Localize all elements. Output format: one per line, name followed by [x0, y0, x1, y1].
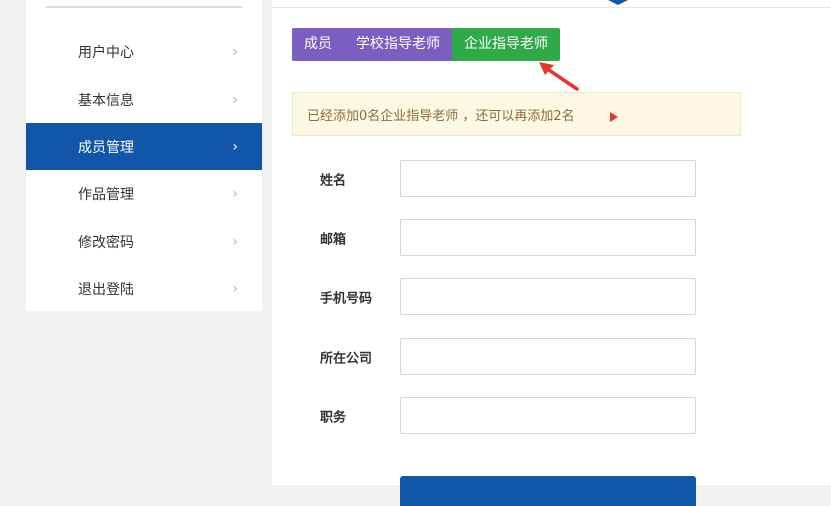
sidebar-item-user-center[interactable]: 用户中心 › [26, 28, 262, 75]
sidebar-item-logout[interactable]: 退出登陆 › [26, 265, 262, 312]
tab-enterprise-advisor[interactable]: 企业指导老师 [452, 28, 560, 61]
annotation-arrow-icon [539, 62, 579, 91]
chevron-right-icon: › [232, 138, 238, 155]
position-label: 职务 [320, 410, 347, 425]
chevron-right-icon: › [232, 280, 238, 297]
sidebar-divider [46, 6, 242, 8]
sidebar-item-member-management[interactable]: 成员管理 › [26, 123, 262, 170]
sidebar: 用户中心 › 基本信息 › 成员管理 › 作品管理 › 修改密码 › 退出登陆 … [26, 0, 262, 311]
member-type-tabs: 成员 学校指导老师 企业指导老师 [292, 28, 560, 61]
name-input[interactable] [400, 160, 696, 197]
sidebar-item-label: 用户中心 [78, 44, 134, 61]
company-label: 所在公司 [320, 351, 373, 366]
phone-label: 手机号码 [320, 291, 373, 306]
name-label: 姓名 [320, 173, 347, 188]
chevron-right-icon: › [232, 91, 238, 108]
email-label: 邮箱 [320, 232, 347, 247]
sidebar-item-change-password[interactable]: 修改密码 › [26, 218, 262, 265]
form-row-company: 所在公司 [272, 338, 831, 375]
position-input[interactable] [400, 397, 696, 434]
chevron-right-icon: › [232, 233, 238, 250]
chevron-right-icon: › [232, 43, 238, 60]
play-marker-icon [610, 112, 618, 122]
caret-down-icon [608, 0, 628, 5]
tab-members[interactable]: 成员 [292, 28, 344, 61]
form-row-email: 邮箱 [272, 219, 831, 256]
submit-button[interactable] [400, 476, 696, 506]
chevron-right-icon: › [232, 185, 238, 202]
quota-notice: 已经添加0名企业指导老师 ，还可以再添加2名 [292, 92, 741, 136]
main-panel: 成员 学校指导老师 企业指导老师 已经添加0名企业指导老师 ，还可以再添加2名 … [272, 0, 831, 506]
email-input[interactable] [400, 219, 696, 256]
sidebar-item-label: 退出登陆 [78, 281, 134, 298]
form-row-phone: 手机号码 [272, 278, 831, 315]
phone-input[interactable] [400, 278, 696, 315]
sidebar-item-basic-info[interactable]: 基本信息 › [26, 76, 262, 123]
company-input[interactable] [400, 338, 696, 375]
sidebar-item-label: 修改密码 [78, 234, 134, 251]
tab-school-advisor[interactable]: 学校指导老师 [344, 28, 452, 61]
form-row-name: 姓名 [272, 160, 831, 197]
sidebar-item-label: 作品管理 [78, 186, 134, 203]
sidebar-item-works-management[interactable]: 作品管理 › [26, 170, 262, 217]
top-divider [272, 7, 831, 8]
sidebar-item-label: 成员管理 [78, 139, 134, 156]
notice-text: 已经添加0名企业指导老师 ，还可以再添加2名 [307, 108, 575, 124]
form-row-position: 职务 [272, 397, 831, 434]
sidebar-item-label: 基本信息 [78, 92, 134, 109]
